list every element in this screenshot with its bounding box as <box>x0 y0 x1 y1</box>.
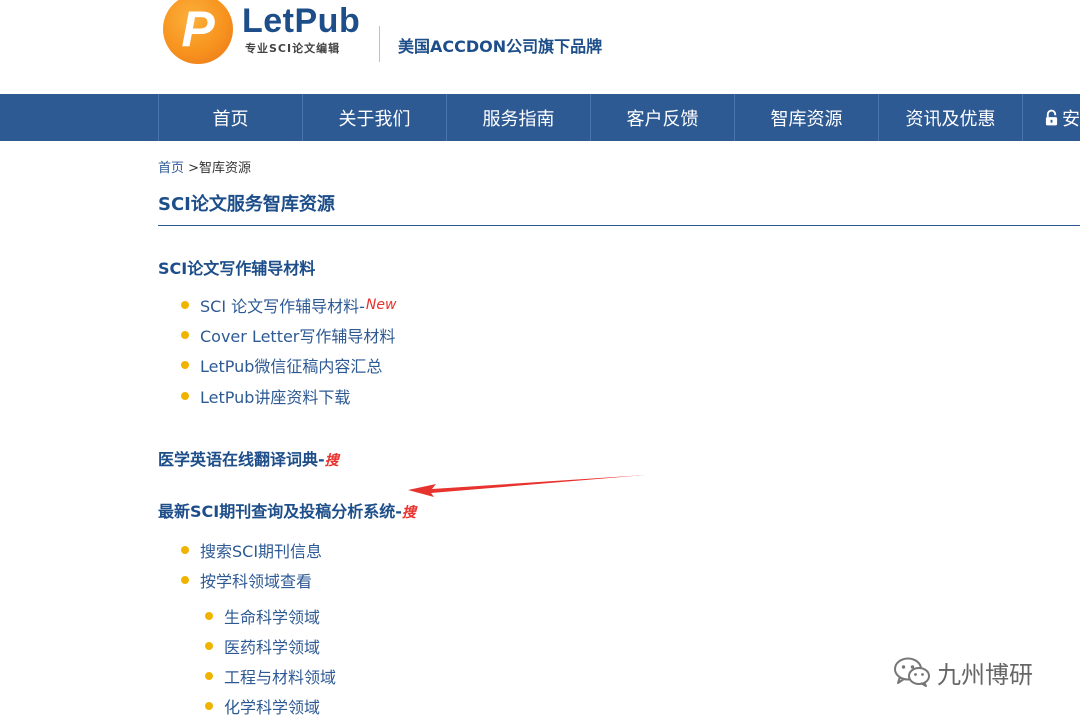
list-item-label: 按学科领域查看 <box>200 572 313 591</box>
site-header: P LetPub 专业SCI论文编辑 美国ACCDON公司旗下品牌 <box>0 0 1080 94</box>
search-tag: 搜 <box>324 453 339 469</box>
page: P LetPub 专业SCI论文编辑 美国ACCDON公司旗下品牌 首页 关于我… <box>0 0 1080 719</box>
section-heading-label: 最新SCI期刊查询及投稿分析系统- <box>158 502 402 521</box>
sub-item-life-science[interactable]: 生命科学领域 <box>205 604 320 628</box>
nav-item-feedback[interactable]: 客户反馈 <box>590 94 734 141</box>
sub-item-medical-science[interactable]: 医药科学领域 <box>205 634 320 658</box>
bullet-dot-icon <box>205 612 213 620</box>
wechat-icon <box>894 657 930 687</box>
list-item-by-discipline[interactable]: 按学科领域查看 <box>181 568 312 592</box>
bullet-dot-icon <box>181 576 189 584</box>
bullet-dot-icon <box>181 361 189 369</box>
bullet-dot-icon <box>181 331 189 339</box>
list-item-label: LetPub讲座资料下载 <box>200 388 351 407</box>
logo-letter: P <box>181 1 215 57</box>
list-item-label: 医药科学领域 <box>224 638 321 657</box>
list-item-label: 工程与材料领域 <box>224 668 337 687</box>
bullet-dot-icon <box>205 702 213 710</box>
breadcrumb-current: 智库资源 <box>199 161 252 176</box>
section-heading-writing[interactable]: SCI论文写作辅导材料 <box>158 255 315 279</box>
lock-icon <box>1045 109 1058 125</box>
logo-name[interactable]: LetPub <box>242 2 360 41</box>
list-item-search-journal[interactable]: 搜索SCI期刊信息 <box>181 538 322 562</box>
nav-item-service-guide[interactable]: 服务指南 <box>446 94 590 141</box>
list-item-label: 搜索SCI期刊信息 <box>200 542 323 561</box>
sub-item-chemistry[interactable]: 化学科学领域 <box>205 694 320 718</box>
nav-item-news[interactable]: 资讯及优惠 <box>878 94 1022 141</box>
title-divider <box>158 225 1080 226</box>
nav-item-resources[interactable]: 智库资源 <box>734 94 878 141</box>
breadcrumb-separator: > <box>184 161 200 176</box>
bullet-dot-icon <box>181 546 189 554</box>
letpub-logo-icon[interactable]: P <box>163 0 233 64</box>
nav-item-security-label: 安 <box>1062 108 1080 130</box>
list-item-label: SCI 论文写作辅导材料- <box>200 297 365 316</box>
header-divider <box>379 26 380 62</box>
list-item-label: LetPub微信征稿内容汇总 <box>200 357 383 376</box>
logo-tagline: 专业SCI论文编辑 <box>245 42 341 55</box>
section-heading-label: 医学英语在线翻译词典- <box>158 450 325 469</box>
nav-item-home[interactable]: 首页 <box>158 94 302 141</box>
watermark-text: 九州博研 <box>937 660 1033 689</box>
search-tag: 搜 <box>401 505 416 521</box>
section-heading-journal[interactable]: 最新SCI期刊查询及投稿分析系统-搜 <box>158 498 416 522</box>
page-title: SCI论文服务智库资源 <box>158 194 335 215</box>
nav-item-security[interactable]: 安 <box>1022 94 1080 141</box>
new-badge: New <box>365 297 397 313</box>
breadcrumb: 首页 >智库资源 <box>158 157 251 176</box>
list-item-label: 生命科学领域 <box>224 608 321 627</box>
main-nav: 首页 关于我们 服务指南 客户反馈 智库资源 资讯及优惠 安 <box>0 94 1080 141</box>
list-item-cover-letter[interactable]: Cover Letter写作辅导材料 <box>181 323 395 347</box>
list-item-sci-writing[interactable]: SCI 论文写作辅导材料- New <box>181 293 396 317</box>
list-item-label: 化学科学领域 <box>224 698 321 717</box>
list-item-lecture-download[interactable]: LetPub讲座资料下载 <box>181 384 350 408</box>
bullet-dot-icon <box>181 301 189 309</box>
list-item-wechat-summary[interactable]: LetPub微信征稿内容汇总 <box>181 353 382 377</box>
list-item-label: Cover Letter写作辅导材料 <box>200 327 396 346</box>
bullet-dot-icon <box>181 392 189 400</box>
watermark: 九州博研 <box>893 652 1033 692</box>
brand-text: 美国ACCDON公司旗下品牌 <box>398 37 603 56</box>
bullet-dot-icon <box>205 672 213 680</box>
sub-item-engineering[interactable]: 工程与材料领域 <box>205 664 336 688</box>
bullet-dot-icon <box>205 642 213 650</box>
breadcrumb-home-link[interactable]: 首页 <box>158 161 184 176</box>
nav-item-about[interactable]: 关于我们 <box>302 94 446 141</box>
section-heading-dictionary[interactable]: 医学英语在线翻译词典-搜 <box>158 446 339 470</box>
